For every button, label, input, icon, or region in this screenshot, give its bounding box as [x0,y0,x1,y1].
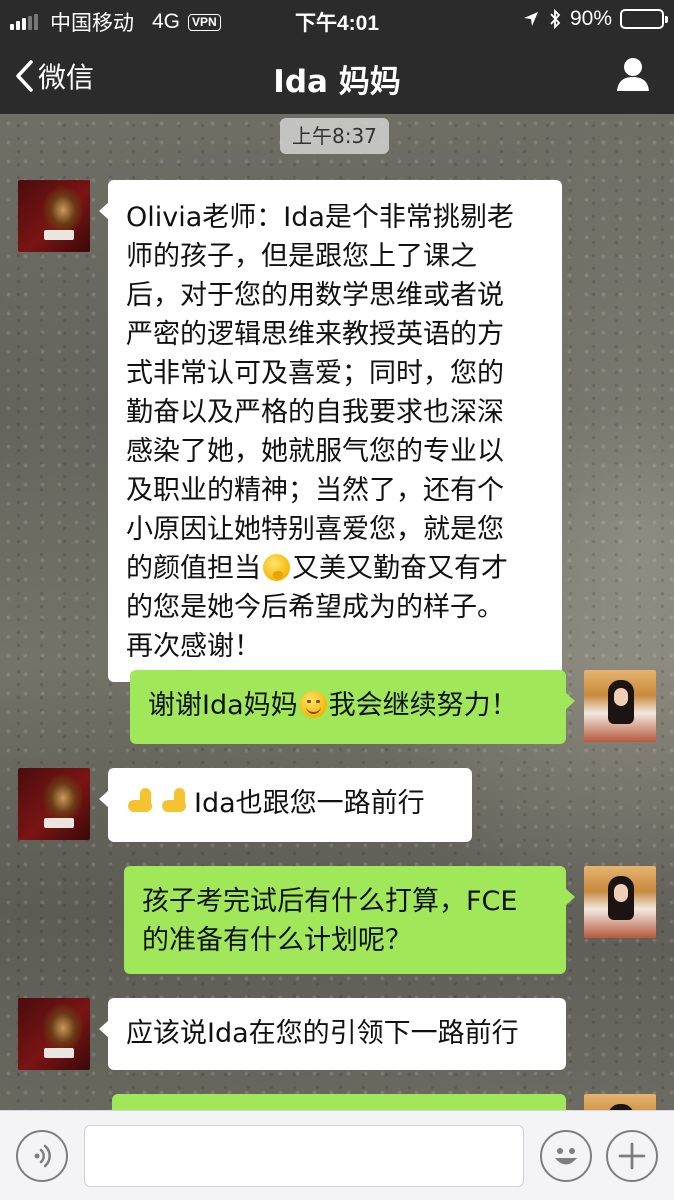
contact-avatar[interactable] [18,768,90,840]
chat-title: Ida 妈妈 [273,64,401,100]
message-line: 感染了她，她就服气您的专业以 [126,436,504,467]
message-line: 勤奋以及严格的自我要求也深深 [126,397,504,428]
bluetooth-icon [550,9,561,29]
message-line: 师的孩子，但是跟您上了课之 [126,241,477,272]
message-line: 严密的逻辑思维来教授英语的方 [126,319,504,350]
message-line: Olivia老师：Ida是个非常挑剔老 [126,202,514,233]
message-text: Ida也跟您一路前行 [194,788,425,819]
contact-info-button[interactable] [616,56,650,96]
chat-area[interactable]: 上午8:37 Olivia老师：Ida是个非常挑剔老 师的孩子，但是跟您上了课之… [0,114,674,1110]
message-text: 的颜值担当 [126,553,261,584]
message-bubble-outgoing[interactable]: 孩子考完试后有什么打算，FCE 的准备有什么计划呢？ [124,866,575,974]
message-bubble-incoming[interactable]: Olivia老师：Ida是个非常挑剔老 师的孩子，但是跟您上了课之 后，对于您的… [99,180,562,682]
flexed-biceps-emoji-icon [160,786,190,816]
contact-avatar[interactable] [18,180,90,252]
person-icon [617,58,649,91]
battery-percent: 90% [569,7,612,30]
message-line: 式非常认可及喜爱；同时，您的 [126,358,504,389]
message-text: 我会继续努力！ [328,690,518,721]
message-line: 再次感谢！ [126,631,261,662]
status-right: 90% [522,7,668,31]
message-line: 的颜值担当 又美又勤奋又有才 [126,549,546,588]
location-icon [523,12,538,26]
contact-avatar[interactable] [18,998,90,1070]
message-line: 孩子考完试后有什么打算，FCE [142,886,518,917]
status-bar: 中国移动 4G VPN 下午4:01 90% [0,0,674,38]
my-avatar[interactable] [584,1094,656,1110]
message-text: 应该说Ida在您的引领下一路前行 [126,1018,519,1049]
my-avatar[interactable] [584,670,656,742]
more-button[interactable] [606,1130,658,1182]
battery-icon [620,9,668,29]
nav-bar: 微信 Ida 妈妈 [0,38,674,114]
message-text: 谢谢Ida妈妈 [148,690,298,721]
message-line: 的您是她今后希望成为的样子。 [126,592,504,623]
message-text: 又美又勤奋又有才 [292,553,508,584]
flexed-biceps-emoji-icon [126,786,156,816]
message-bubble-outgoing[interactable] [112,1094,566,1110]
message-bubble-incoming[interactable]: Ida也跟您一路前行 [99,768,472,842]
thinking-emoji-icon [263,554,290,581]
message-line: 的准备有什么计划呢？ [142,925,412,956]
message-line: 小原因让她特别喜爱您，就是您 [126,514,504,545]
message-input[interactable] [84,1125,524,1187]
voice-button[interactable] [16,1130,68,1182]
my-avatar[interactable] [584,866,656,938]
timestamp: 上午8:37 [280,118,389,154]
message-line: 及职业的精神；当然了，还有个 [126,475,504,506]
message-bubble-incoming[interactable]: 应该说Ida在您的引领下一路前行 [99,998,566,1070]
plus-icon [618,1142,646,1170]
smile-emoji-icon [299,691,327,718]
message-line: 后，对于您的用数学思维或者说 [126,280,504,311]
emoji-button[interactable] [540,1130,592,1182]
input-bar [0,1110,674,1200]
message-bubble-outgoing[interactable]: 谢谢Ida妈妈 我会继续努力！ [130,670,575,744]
voice-icon [34,1144,51,1168]
emoji-icon [555,1148,577,1165]
